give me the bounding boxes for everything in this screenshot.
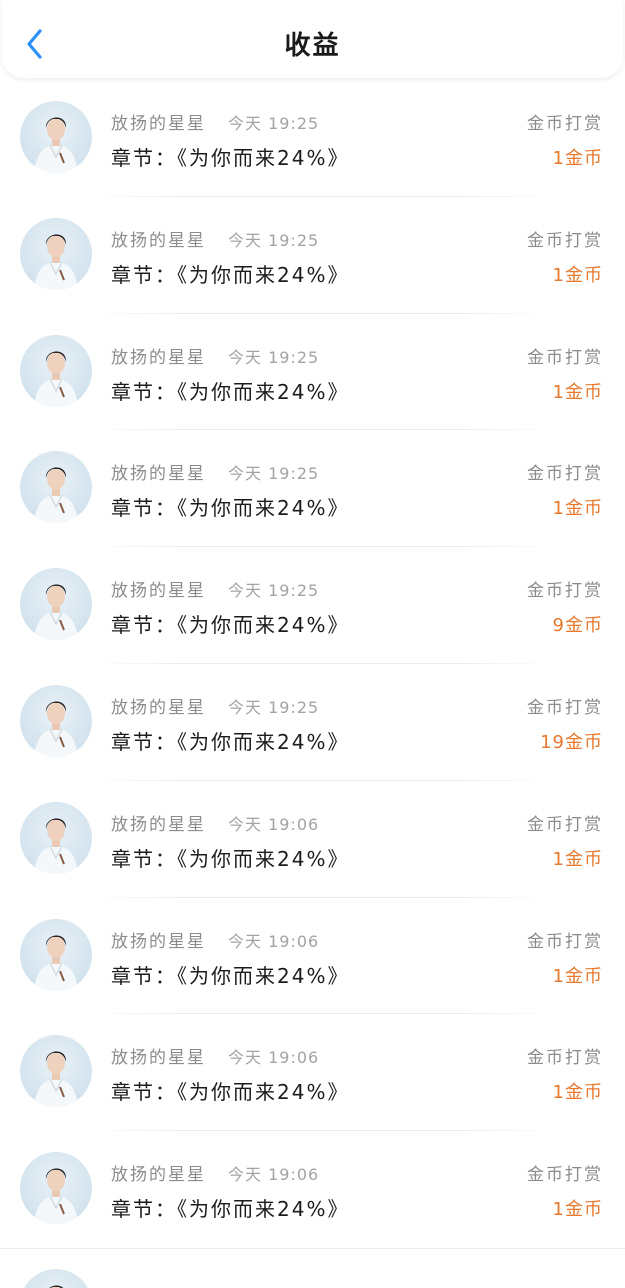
- avatar[interactable]: [20, 1269, 92, 1288]
- reward-amount: 1金币: [552, 498, 603, 520]
- sender-name: 放扬的星星: [111, 347, 206, 368]
- record-row[interactable]: 放扬的星星 今天 19:25 章节：《为你而来24%》 金币打赏 1金币: [0, 197, 625, 314]
- reward-amount: 1金币: [552, 381, 603, 403]
- record-row[interactable]: 放扬的星星 今天 19:06 章节：《为你而来24%》 金币打赏 1金币: [0, 781, 625, 898]
- record-row[interactable]: 放扬的星星 今天 19:06 章节：《为你而来24%》 金币打赏 1金币: [0, 1131, 625, 1248]
- avatar[interactable]: [20, 801, 92, 874]
- avatar[interactable]: [20, 1152, 92, 1225]
- reward-type: 金币打赏: [527, 581, 603, 602]
- record-row[interactable]: 放扬的星星 今天 19:25 章节：《为你而来24%》 金币打赏 19金币: [0, 664, 625, 781]
- record-row[interactable]: 放扬的星星 今天 19:06 章节：《为你而来24%》 金币打赏 1金币: [0, 1014, 625, 1132]
- avatar[interactable]: [20, 684, 92, 757]
- record-time: 今天 19:25: [228, 230, 320, 250]
- earnings-list: 放扬的星星 今天 19:25 章节：《为你而来24%》 金币打赏 1金币 放扬的…: [0, 80, 625, 1248]
- reward-type: 金币打赏: [527, 697, 603, 718]
- sender-name: 放扬的星星: [111, 114, 206, 134]
- chapter-title: 章节：《为你而来24%》: [111, 146, 350, 170]
- record-row[interactable]: 放扬的星星 今天 19:06 章节：《为你而来24%》 金币打赏 1金币: [0, 898, 625, 1015]
- record-row[interactable]: 放扬的星星 今天 19:25 章节：《为你而来24%》 金币打赏 9金币: [0, 547, 625, 664]
- record-time: 今天 19:25: [228, 114, 320, 133]
- record-row[interactable]: 放扬的星星 今天 19:25 章节：《为你而来24%》 金币打赏 1金币: [0, 430, 625, 548]
- reward-amount: 1金币: [552, 148, 603, 169]
- reward-amount: 1金币: [552, 848, 603, 870]
- reward-amount: 9金币: [552, 615, 603, 637]
- record-time: 今天 19:25: [228, 581, 320, 601]
- chapter-title: 章节：《为你而来24%》: [111, 613, 350, 638]
- reward-type: 金币打赏: [527, 1165, 603, 1186]
- reward-amount: 1金币: [552, 264, 603, 286]
- row-divider: [0, 1248, 625, 1249]
- chapter-title: 章节：《为你而来24%》: [111, 1080, 350, 1105]
- avatar[interactable]: [20, 568, 92, 641]
- sender-name: 放扬的星星: [111, 697, 206, 718]
- chapter-title: 章节：《为你而来24%》: [111, 729, 350, 754]
- avatar[interactable]: [20, 918, 92, 991]
- chapter-title: 章节：《为你而来24%》: [111, 963, 350, 988]
- record-time: 今天 19:06: [228, 1165, 320, 1185]
- record-row[interactable]: 放扬的星星 今天 19:25 章节：《为你而来24%》 金币打赏 1金币: [0, 80, 625, 197]
- record-time: 今天 19:25: [228, 347, 320, 367]
- reward-amount: 1金币: [552, 1199, 603, 1221]
- chapter-title: 章节：《为你而来24%》: [111, 846, 350, 871]
- avatar[interactable]: [20, 1035, 92, 1108]
- avatar[interactable]: [20, 334, 92, 407]
- reward-amount: 19金币: [540, 731, 603, 753]
- reward-type: 金币打赏: [527, 114, 603, 134]
- reward-type: 金币打赏: [527, 230, 603, 251]
- record-time: 今天 19:25: [228, 697, 320, 717]
- record-time: 今天 19:06: [228, 931, 320, 951]
- reward-type: 金币打赏: [527, 814, 603, 835]
- chapter-title: 章节：《为你而来24%》: [111, 1197, 350, 1222]
- record-row[interactable]: 放扬的星星 今天 19:25 章节：《为你而来24%》 金币打赏 1金币: [0, 314, 625, 431]
- record-time: 今天 19:06: [228, 814, 320, 834]
- reward-type: 金币打赏: [527, 464, 603, 485]
- sender-name: 放扬的星星: [111, 931, 206, 952]
- avatar[interactable]: [20, 217, 92, 290]
- reward-type: 金币打赏: [527, 1048, 603, 1069]
- reward-amount: 1金币: [552, 1082, 603, 1104]
- chapter-title: 章节：《为你而来24%》: [111, 262, 350, 287]
- chapter-title: 章节：《为你而来24%》: [111, 496, 350, 521]
- sender-name: 放扬的星星: [111, 230, 206, 251]
- record-row-partial[interactable]: [0, 1248, 625, 1288]
- reward-amount: 1金币: [552, 965, 603, 987]
- avatar[interactable]: [20, 451, 92, 524]
- sender-name: 放扬的星星: [111, 1048, 206, 1069]
- reward-type: 金币打赏: [527, 931, 603, 952]
- top-bar: 收益: [2, 0, 623, 78]
- reward-type: 金币打赏: [527, 347, 603, 368]
- sender-name: 放扬的星星: [111, 814, 206, 835]
- sender-name: 放扬的星星: [111, 581, 206, 602]
- page-title: 收益: [284, 31, 341, 61]
- record-time: 今天 19:06: [228, 1048, 320, 1068]
- sender-name: 放扬的星星: [111, 1165, 206, 1186]
- avatar[interactable]: [20, 101, 92, 173]
- chapter-title: 章节：《为你而来24%》: [111, 379, 350, 404]
- sender-name: 放扬的星星: [111, 464, 206, 485]
- record-time: 今天 19:25: [228, 464, 320, 484]
